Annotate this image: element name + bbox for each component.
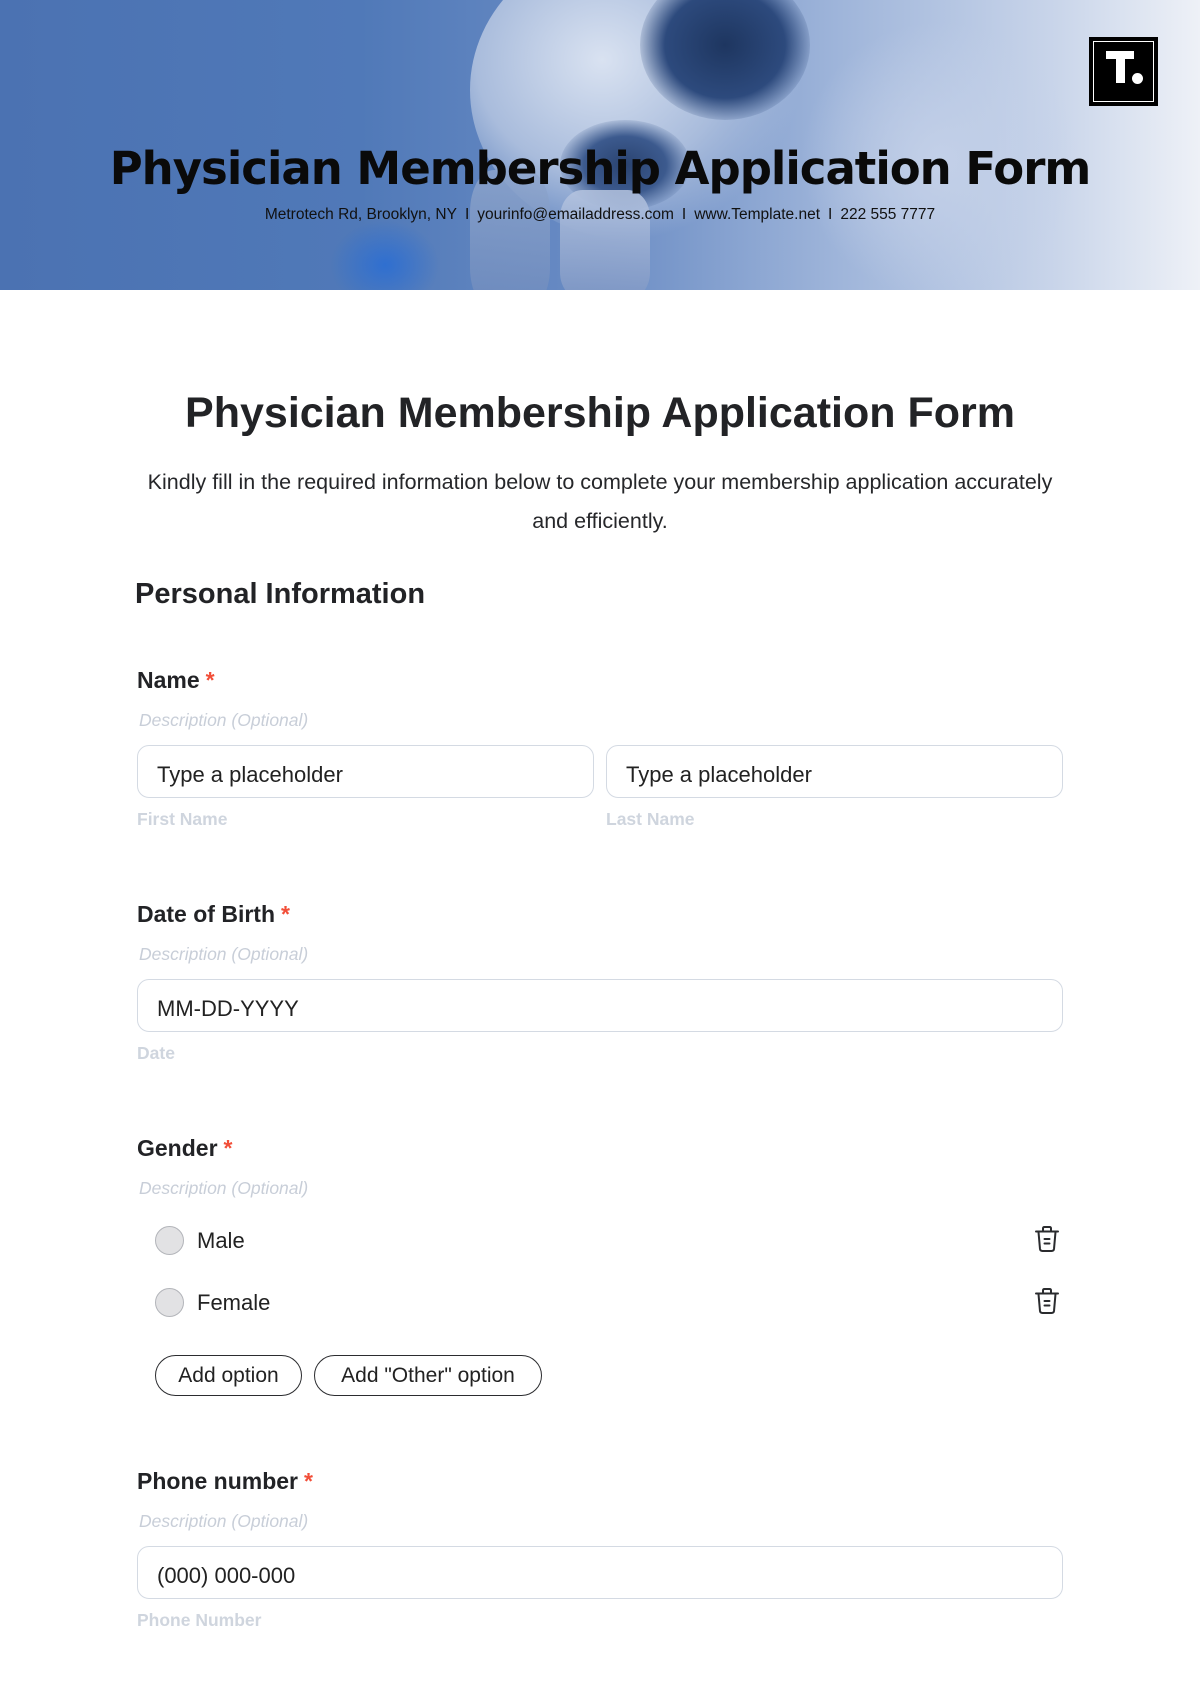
phone-placeholder: (000) 000-000: [157, 1563, 296, 1588]
trash-icon[interactable]: [1034, 1224, 1060, 1254]
contact-separator: I: [828, 206, 833, 223]
required-asterisk: *: [205, 667, 215, 693]
radio-option-label[interactable]: Female: [197, 1292, 270, 1314]
template-logo-icon: [1089, 37, 1158, 106]
question-description[interactable]: Description (Optional): [139, 711, 308, 730]
required-asterisk: *: [304, 1468, 313, 1494]
logo-letter-t-stem: [1116, 51, 1125, 83]
question-description[interactable]: Description (Optional): [139, 1179, 308, 1198]
question-label: Name *: [137, 669, 215, 692]
section-title-personal-information: Personal Information: [135, 578, 426, 610]
radio-option-male: Male: [155, 1224, 1060, 1258]
date-of-birth-input[interactable]: MM-DD-YYYY: [137, 979, 1063, 1032]
contact-website: www.Template.net: [694, 206, 821, 223]
header-banner: Physician Membership Application Form Me…: [0, 0, 1200, 290]
banner-contact-line: Metrotech Rd, Brooklyn, NY Iyourinfo@emai…: [0, 207, 1200, 223]
question-label-text: Name: [137, 667, 200, 693]
add-other-option-button[interactable]: Add "Other" option: [314, 1355, 542, 1396]
date-caption: Date: [137, 1043, 175, 1063]
first-name-placeholder: Type a placeholder: [157, 762, 343, 787]
radio-button[interactable]: [155, 1288, 184, 1317]
question-label-text: Phone number: [137, 1468, 299, 1494]
question-label: Gender *: [137, 1137, 232, 1160]
radio-option-female: Female: [155, 1286, 1060, 1320]
form-title: Physician Membership Application Form: [185, 389, 1015, 437]
contact-separator: I: [464, 206, 470, 223]
phone-number-input[interactable]: (000) 000-000: [137, 1546, 1063, 1599]
required-asterisk: *: [281, 901, 290, 927]
first-name-input[interactable]: Type a placeholder: [137, 745, 594, 798]
required-asterisk: *: [223, 1135, 233, 1161]
question-description[interactable]: Description (Optional): [139, 1512, 308, 1531]
first-name-caption: First Name: [137, 809, 228, 829]
logo-dot: [1132, 73, 1143, 84]
last-name-caption: Last Name: [606, 809, 695, 829]
phone-number-caption: Phone Number: [137, 1610, 262, 1630]
add-option-button[interactable]: Add option: [155, 1355, 302, 1396]
question-label-text: Gender: [137, 1135, 218, 1161]
question-label: Date of Birth *: [137, 903, 290, 926]
radio-option-label[interactable]: Male: [197, 1230, 245, 1252]
contact-email: yourinfo@emailaddress.com: [477, 206, 674, 223]
radio-button[interactable]: [155, 1226, 184, 1255]
banner-image-glove: [330, 220, 440, 290]
question-label-text: Date of Birth: [137, 901, 275, 927]
contact-separator: I: [681, 206, 687, 223]
date-placeholder: MM-DD-YYYY: [157, 996, 299, 1021]
banner-image-objective: [560, 190, 650, 290]
question-label: Phone number *: [137, 1470, 313, 1493]
contact-address: Metrotech Rd, Brooklyn, NY: [264, 206, 457, 223]
question-description[interactable]: Description (Optional): [139, 945, 308, 964]
last-name-input[interactable]: Type a placeholder: [606, 745, 1063, 798]
form-intro: Kindly fill in the required information …: [147, 470, 1053, 533]
trash-icon[interactable]: [1034, 1286, 1060, 1316]
contact-phone: 222 555 7777: [840, 206, 936, 223]
banner-title: Physician Membership Application Form: [109, 142, 1092, 195]
last-name-placeholder: Type a placeholder: [626, 762, 812, 787]
